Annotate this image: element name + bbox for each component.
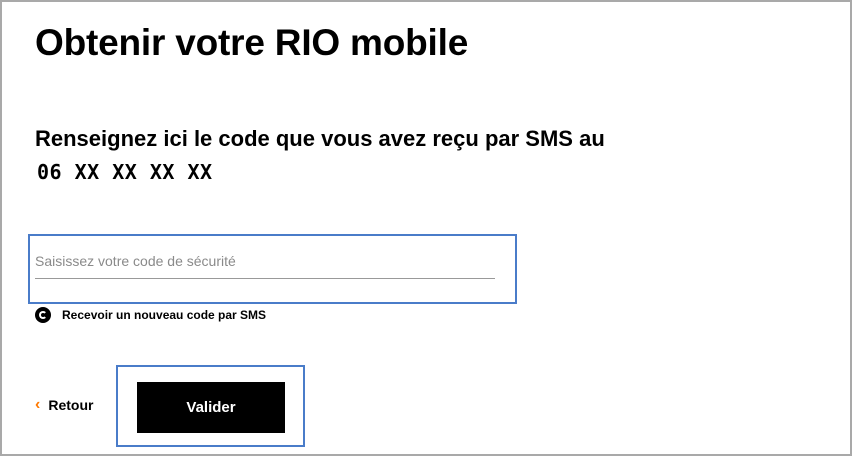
refresh-icon <box>35 307 51 323</box>
resend-code-label: Recevoir un nouveau code par SMS <box>62 308 267 322</box>
instruction-text: Renseignez ici le code que vous avez reç… <box>35 126 605 151</box>
page-title: Obtenir votre RIO mobile <box>35 22 469 63</box>
security-code-input[interactable] <box>35 244 495 279</box>
chevron-left-icon: ‹ <box>35 396 41 413</box>
back-link[interactable]: ‹ Retour <box>35 396 94 414</box>
page-frame: Obtenir votre RIO mobile Renseignez ici … <box>0 0 852 456</box>
back-label: Retour <box>48 397 94 413</box>
phone-number: 06 XX XX XX XX <box>37 160 213 184</box>
resend-code-link[interactable]: Recevoir un nouveau code par SMS <box>35 307 266 323</box>
validate-button[interactable]: Valider <box>137 382 285 433</box>
